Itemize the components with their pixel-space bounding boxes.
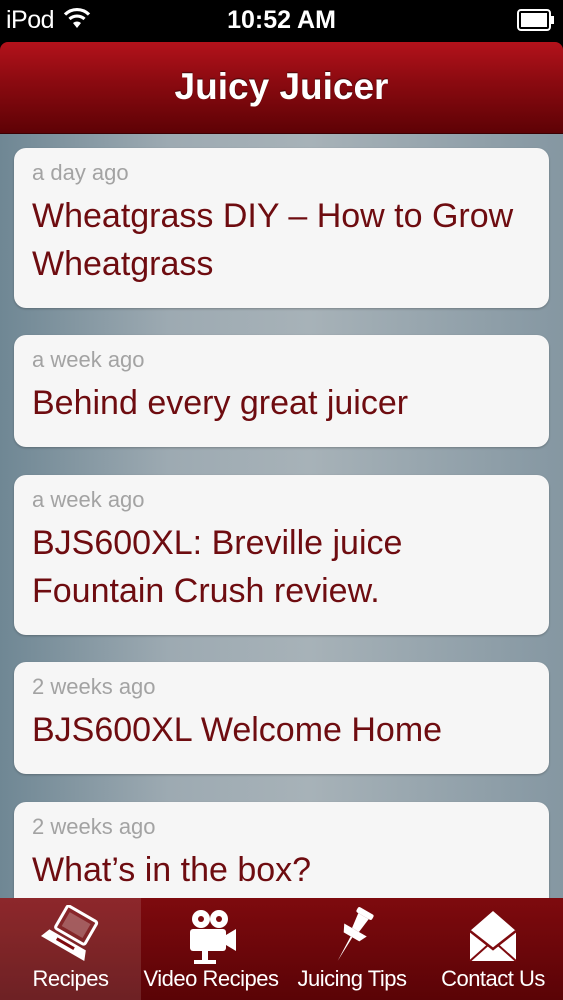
post-title: BJS600XL: Breville juice Fountain Crush … bbox=[32, 524, 403, 610]
tab-label: Video Recipes bbox=[143, 966, 279, 991]
tab-bar: Recipes Video Recipes Juicing Tips Conta… bbox=[0, 898, 563, 1000]
tab-contact-us[interactable]: Contact Us bbox=[423, 898, 563, 1000]
post-time: 2 weeks ago bbox=[32, 674, 156, 699]
post-title: Wheatgrass DIY – How to Grow Wheatgrass bbox=[32, 197, 514, 283]
video-camera-icon bbox=[141, 904, 281, 968]
tab-label: Juicing Tips bbox=[297, 966, 407, 991]
post-time: a week ago bbox=[32, 487, 145, 512]
laptop-icon bbox=[0, 904, 141, 968]
battery-icon bbox=[517, 9, 555, 36]
tab-label: Recipes bbox=[32, 966, 109, 991]
tab-video-recipes[interactable]: Video Recipes bbox=[141, 898, 281, 1000]
pushpin-icon bbox=[281, 904, 423, 968]
post-card[interactable]: 2 weeks ago What’s in the box? bbox=[14, 802, 549, 898]
post-card[interactable]: a week ago Behind every great juicer bbox=[14, 335, 549, 447]
status-time: 10:52 AM bbox=[227, 6, 336, 34]
post-time: 2 weeks ago bbox=[32, 814, 156, 839]
post-list[interactable]: a day ago Wheatgrass DIY – How to Grow W… bbox=[0, 134, 563, 898]
nav-bar: Juicy Juicer bbox=[0, 42, 563, 134]
post-time: a day ago bbox=[32, 160, 129, 185]
tab-juicing-tips[interactable]: Juicing Tips bbox=[281, 898, 423, 1000]
post-title: BJS600XL Welcome Home bbox=[32, 711, 443, 749]
post-title: Behind every great juicer bbox=[32, 384, 409, 422]
envelope-icon bbox=[423, 904, 563, 968]
page-title: Juicy Juicer bbox=[174, 66, 389, 107]
tab-recipes[interactable]: Recipes bbox=[0, 898, 141, 1000]
post-time: a week ago bbox=[32, 347, 145, 372]
tab-label: Contact Us bbox=[441, 966, 545, 991]
post-title: What’s in the box? bbox=[32, 851, 312, 889]
post-card[interactable]: a week ago BJS600XL: Breville juice Foun… bbox=[14, 475, 549, 635]
status-bar: iPod 10:52 AM bbox=[0, 0, 563, 42]
post-card[interactable]: 2 weeks ago BJS600XL Welcome Home bbox=[14, 662, 549, 774]
post-card[interactable]: a day ago Wheatgrass DIY – How to Grow W… bbox=[14, 148, 549, 308]
